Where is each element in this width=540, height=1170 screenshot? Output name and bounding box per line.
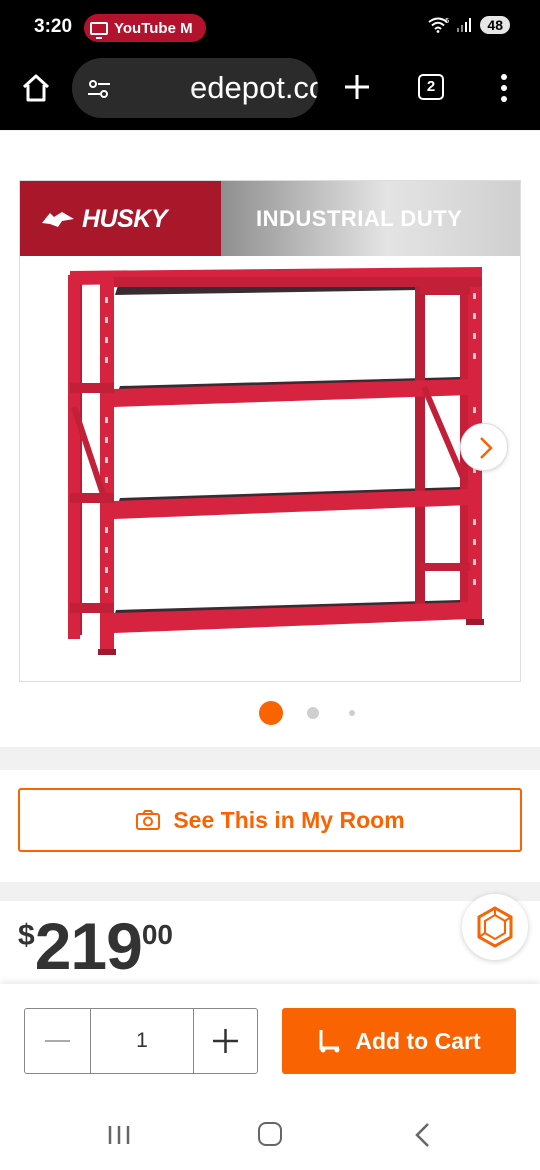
price-currency: $	[18, 919, 35, 952]
battery-icon: 48	[480, 16, 510, 34]
status-bar: 3:20 YouTube M 5 48	[0, 0, 540, 56]
quantity-increase-button[interactable]	[194, 1009, 257, 1073]
price-section: $ 219 00	[0, 901, 540, 981]
browser-toolbar: edepot.com 2	[0, 56, 540, 130]
system-icons: 5 48	[428, 16, 510, 34]
dolly-icon	[319, 1030, 340, 1053]
tv-icon	[90, 21, 108, 39]
product-image[interactable]: HUSKY INDUSTRIAL DUTY	[19, 180, 521, 682]
ar-cube-icon	[477, 906, 513, 948]
tabs-icon[interactable]: 2	[418, 74, 444, 100]
url-text: edepot.com	[190, 70, 318, 105]
carousel-next-button[interactable]	[460, 423, 508, 471]
ar-view-button[interactable]	[462, 894, 528, 960]
brand-banner: HUSKY	[20, 181, 221, 256]
plus-icon	[213, 1029, 238, 1053]
carousel-dot[interactable]	[307, 707, 319, 719]
banner-text: INDUSTRIAL DUTY	[256, 206, 463, 231]
carousel-dot[interactable]	[349, 710, 355, 716]
svg-text:5: 5	[445, 17, 449, 25]
carousel-dot-active[interactable]	[259, 701, 283, 725]
see-in-room-button[interactable]: See This in My Room	[18, 788, 522, 852]
product-media-card: HUSKY INDUSTRIAL DUTY	[0, 131, 540, 747]
more-icon[interactable]	[494, 72, 514, 104]
signal-icon	[456, 17, 472, 33]
minus-icon	[45, 1040, 70, 1042]
new-tab-icon[interactable]	[340, 70, 374, 104]
camera-icon	[136, 810, 161, 830]
quantity-stepper: 1	[24, 1008, 258, 1074]
quantity-decrease-button[interactable]	[25, 1009, 90, 1073]
quantity-input[interactable]: 1	[90, 1009, 194, 1073]
url-bar[interactable]: edepot.com	[72, 58, 318, 118]
wifi-icon: 5	[428, 17, 450, 33]
home-nav-icon[interactable]	[258, 1122, 282, 1146]
recent-apps-icon[interactable]	[106, 1124, 132, 1146]
youtube-notification-pill[interactable]: YouTube M	[84, 14, 206, 42]
system-navigation-bar	[0, 1094, 540, 1170]
notification-label: YouTube M	[114, 19, 193, 37]
chevron-right-icon	[480, 437, 493, 459]
price-dollars: 219	[34, 909, 143, 983]
price: $ 219 00	[18, 913, 173, 979]
home-icon[interactable]	[18, 70, 54, 106]
shelving-unit-illustration	[68, 267, 484, 655]
husky-logo: HUSKY	[40, 205, 168, 234]
add-to-cart-bar: 1 Add to Cart	[0, 984, 540, 1094]
add-to-cart-button[interactable]: Add to Cart	[282, 1008, 516, 1074]
see-in-room-label: See This in My Room	[173, 806, 405, 833]
back-icon[interactable]	[412, 1122, 432, 1148]
add-to-cart-label: Add to Cart	[355, 1027, 481, 1054]
price-cents: 00	[141, 919, 173, 950]
status-time: 3:20	[34, 16, 73, 37]
site-settings-icon[interactable]	[86, 76, 112, 102]
carousel-indicator	[0, 701, 540, 725]
husky-dog-icon	[42, 211, 74, 227]
